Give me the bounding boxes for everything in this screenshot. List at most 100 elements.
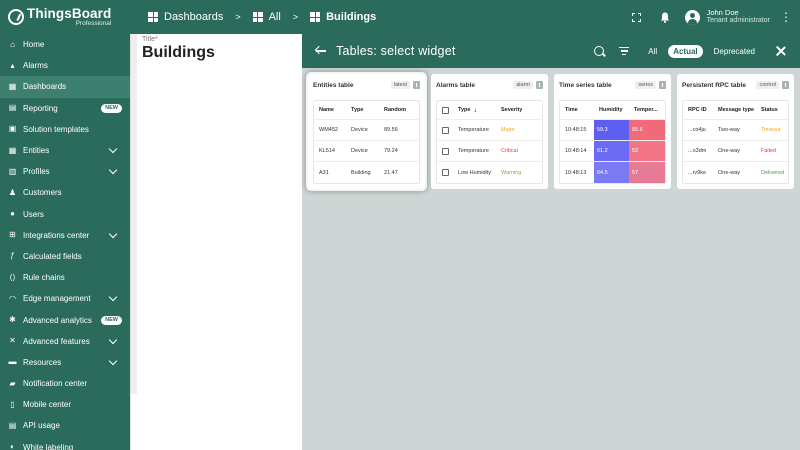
table-row: Temperature Critical xyxy=(437,141,542,162)
search-icon[interactable] xyxy=(594,46,605,56)
breadcrumb-all[interactable]: All xyxy=(252,11,281,23)
sidebar-item-reporting[interactable]: ▤ Reporting NEW xyxy=(0,98,130,119)
checkbox[interactable] xyxy=(442,169,449,176)
table-cell: Temperature xyxy=(458,127,489,133)
severity-cell: Warning xyxy=(501,169,522,176)
table-cell: A31 xyxy=(319,169,329,176)
sidebar-item-dashboards[interactable]: ▦ Dashboards xyxy=(0,76,130,98)
sidebar-item-label: Home xyxy=(23,40,45,50)
close-icon[interactable] xyxy=(776,46,786,56)
chevron-down-icon[interactable] xyxy=(108,165,118,175)
table-cell: ...o3dm xyxy=(688,148,707,154)
sidebar-item-label: API usage xyxy=(23,421,60,431)
sidebar-item-resources[interactable]: ▬ Resources xyxy=(0,352,130,373)
column-header: Type xyxy=(351,107,364,113)
widget-card-time-series-table[interactable]: Time series table series Time Humidity T… xyxy=(554,74,671,189)
back-arrow-icon[interactable] xyxy=(314,43,330,59)
sidebar-item-home[interactable]: ⌂ Home xyxy=(0,34,130,55)
table-cell: One-way xyxy=(718,169,741,176)
breadcrumb-buildings[interactable]: Buildings xyxy=(310,11,376,23)
sidebar-item-entities[interactable]: ▦ Entities xyxy=(0,140,130,161)
sidebar-item-api-usage[interactable]: ▤ API usage xyxy=(0,415,130,436)
report-icon: ▤ xyxy=(8,103,17,113)
widget-card-alarms-table[interactable]: Alarms table alarm Type ↓ Severity Temper… xyxy=(431,74,548,189)
profiles-icon: ▥ xyxy=(8,166,17,176)
sidebar-item-label: Advanced features xyxy=(23,336,90,346)
filter-icon[interactable] xyxy=(619,47,630,55)
table-cell: ...co4ju xyxy=(688,127,706,133)
table-cell: WM452 xyxy=(319,127,338,133)
sidebar-item-label: White labeling xyxy=(23,442,74,450)
notifications-button[interactable] xyxy=(653,5,677,29)
info-icon[interactable] xyxy=(536,81,543,89)
checkbox[interactable] xyxy=(442,147,449,155)
title-field-label: Title* xyxy=(142,36,158,43)
table-row: WM452 Device 89.56 xyxy=(314,120,419,141)
sidebar-item-alarms[interactable]: ▴ Alarms xyxy=(0,55,130,76)
info-icon[interactable] xyxy=(659,81,666,89)
column-header: Time xyxy=(565,107,578,113)
temperature-cell: 57 xyxy=(629,162,665,183)
breadcrumb-label: Buildings xyxy=(326,11,377,23)
info-icon[interactable] xyxy=(413,81,420,89)
filter-deprecated[interactable]: Deprecated xyxy=(709,45,760,58)
table-row: 10:48:13 64.5 57 xyxy=(560,162,665,183)
avatar[interactable] xyxy=(684,9,700,25)
widget-type-tag: control xyxy=(756,81,779,89)
table-header: Time Humidity Temper... xyxy=(560,101,665,120)
sidebar-item-edge-management[interactable]: ◠ Edge management xyxy=(0,288,130,309)
templates-icon: ▣ xyxy=(8,124,17,134)
fullscreen-button[interactable] xyxy=(625,5,649,29)
table-cell: 89.56 xyxy=(384,127,398,133)
breadcrumb: Dashboards > All > Buildings xyxy=(148,11,376,23)
temperature-cell: 85.6 xyxy=(629,120,665,140)
sidebar-item-users[interactable]: ● Users xyxy=(0,204,130,225)
sidebar-item-profiles[interactable]: ▥ Profiles xyxy=(0,161,130,182)
sidebar-item-customers[interactable]: ♟ Customers xyxy=(0,182,130,203)
sidebar-item-advanced-features[interactable]: ✕ Advanced features xyxy=(0,331,130,352)
sidebar-item-solution-templates[interactable]: ▣ Solution templates xyxy=(0,119,130,140)
user-info[interactable]: John Doe Tenant administrator xyxy=(707,8,770,25)
sidebar-item-white-labeling[interactable]: ◐ White labeling xyxy=(0,437,130,450)
title-field[interactable]: Buildings xyxy=(142,44,215,62)
sidebar-item-advanced-analytics[interactable]: ✱ Advanced analytics NEW xyxy=(0,309,130,330)
new-badge: NEW xyxy=(101,315,122,325)
filter-all[interactable]: All xyxy=(643,45,662,58)
checkbox[interactable] xyxy=(442,126,449,134)
logo-name: ThingsBoard xyxy=(27,5,112,21)
column-header-label: Type xyxy=(458,107,471,113)
breadcrumb-label: All xyxy=(268,11,281,23)
chevron-down-icon[interactable] xyxy=(108,229,118,239)
column-header: Message type xyxy=(718,107,755,113)
sidebar-item-integrations-center[interactable]: ⊞ Integrations center xyxy=(0,225,130,246)
sidebar-item-calculated-fields[interactable]: ƒ Calculated fields xyxy=(0,246,130,267)
logo[interactable]: ThingsBoard Professional xyxy=(0,5,130,28)
widget-title: Time series table xyxy=(559,81,612,89)
chevron-down-icon[interactable] xyxy=(108,335,118,344)
sidebar-item-label: Mobile center xyxy=(23,400,72,410)
status-cell: Timeout xyxy=(761,127,781,133)
more-vert-icon[interactable]: ⋮ xyxy=(780,10,792,24)
checkbox[interactable] xyxy=(442,106,449,114)
integrations-icon: ⊞ xyxy=(9,230,16,240)
sidebar-item-label: Profiles xyxy=(23,167,50,177)
humidity-cell: 61.2 xyxy=(594,141,629,161)
widget-card-persistent-rpc-table[interactable]: Persistent RPC table control RPC ID Mess… xyxy=(677,74,794,189)
widget-card-entities-table[interactable]: Entities table latest Name Type Random W… xyxy=(308,74,425,189)
new-badge: NEW xyxy=(101,103,122,113)
column-header: Name xyxy=(319,107,334,113)
sidebar-item-notification-center[interactable]: ▰ Notification center xyxy=(0,373,130,394)
breadcrumb-dashboards[interactable]: Dashboards xyxy=(148,11,223,23)
sidebar-item-rule-chains[interactable]: ⟨⟩ Rule chains xyxy=(0,267,130,288)
chevron-down-icon[interactable] xyxy=(108,144,118,154)
scrollbar[interactable] xyxy=(131,34,137,394)
bell-icon: ▴ xyxy=(10,60,15,70)
widget-title: Alarms table xyxy=(436,81,476,89)
chevron-down-icon[interactable] xyxy=(108,356,118,366)
info-icon[interactable] xyxy=(782,81,789,89)
filter-actual[interactable]: Actual xyxy=(668,44,703,58)
chevron-down-icon[interactable] xyxy=(108,293,118,302)
table-cell: Low Humidity xyxy=(458,169,492,176)
sidebar-item-mobile-center[interactable]: ▯ Mobile center xyxy=(0,394,130,415)
column-header: RPC ID xyxy=(688,107,707,113)
